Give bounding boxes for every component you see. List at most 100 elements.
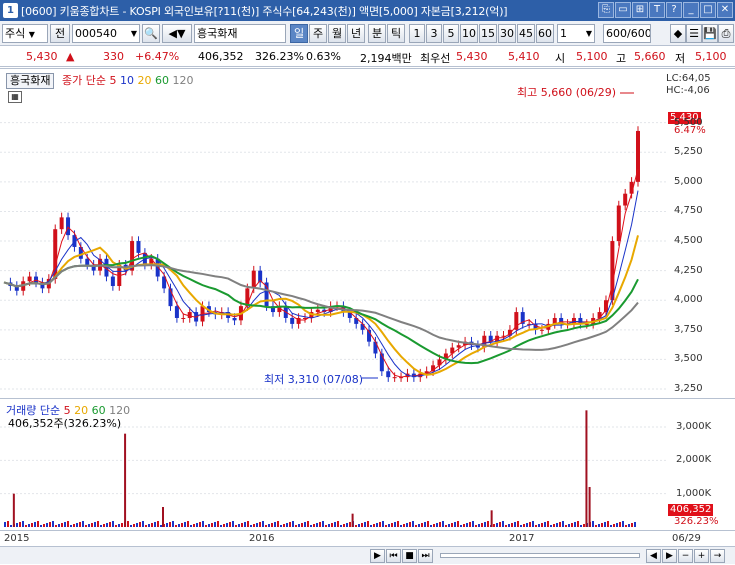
volume-bar <box>136 523 138 527</box>
volume-chart[interactable] <box>0 399 666 531</box>
last-volume-percent: 326.23% <box>674 516 719 527</box>
play-icon[interactable]: ▶ <box>370 549 385 563</box>
lc-label: LC:64,05 <box>666 73 711 84</box>
stop-icon[interactable]: ■ <box>402 549 417 563</box>
volume-bar <box>235 525 237 527</box>
interval-3-button[interactable]: 3 <box>426 24 442 43</box>
help-icon[interactable]: ? <box>666 2 682 18</box>
scroll-track[interactable] <box>440 553 640 558</box>
pattern-icon[interactable]: ◆ <box>670 24 686 43</box>
interval-30-button[interactable]: 30 <box>498 24 516 43</box>
maximize-icon[interactable]: □ <box>700 2 716 18</box>
interval-10-button[interactable]: 10 <box>460 24 478 43</box>
interval-1-button[interactable]: 1 <box>409 24 425 43</box>
candle-body <box>27 276 32 282</box>
period-year-button[interactable]: 년 <box>347 24 365 43</box>
window-number[interactable]: 1 <box>3 3 18 18</box>
volume-bar <box>79 522 81 527</box>
price-tick-label: 3,500 <box>674 353 703 365</box>
period-tick-button[interactable]: 틱 <box>387 24 405 43</box>
volume-spike <box>490 510 493 527</box>
scroll-right-icon[interactable]: ▶ <box>662 549 677 563</box>
zoom-out-icon[interactable]: − <box>678 549 693 563</box>
period-month-button[interactable]: 월 <box>328 24 346 43</box>
print-icon[interactable]: ⎙ <box>718 24 734 43</box>
volume-tick-label: 2,000K <box>676 454 712 466</box>
interval-select[interactable]: 1 ▼ <box>557 24 595 43</box>
price-chart[interactable] <box>0 69 666 399</box>
font-icon[interactable]: T <box>649 2 665 18</box>
volume-bar <box>43 524 45 527</box>
volume-bar <box>478 524 480 527</box>
volume-bar <box>472 521 474 527</box>
code-input[interactable]: 000540 ▼ <box>72 24 140 43</box>
stock-name-field[interactable]: 흥국화재 <box>194 24 286 43</box>
volume-bar <box>184 522 186 527</box>
volume-bar <box>67 521 69 527</box>
volume-bar <box>205 525 207 527</box>
volume-bar <box>415 525 417 527</box>
price-tick-label: 4,000 <box>674 294 703 306</box>
list-icon[interactable]: ☰ <box>686 24 702 43</box>
volume-bar <box>493 524 495 527</box>
volume-value: 406,352 <box>198 50 244 63</box>
volume-bar <box>145 525 147 527</box>
jeon-button[interactable]: 전 <box>50 24 70 43</box>
volume-bar <box>400 525 402 527</box>
interval-45-button[interactable]: 45 <box>517 24 535 43</box>
volume-bar <box>634 522 636 527</box>
x-label-last-date: 06/29 <box>672 533 701 544</box>
volume-bar <box>388 524 390 527</box>
volume-bar <box>247 521 249 527</box>
volume-bar <box>358 524 360 527</box>
volume-bar <box>592 521 594 527</box>
period-day-button[interactable]: 일 <box>290 24 308 43</box>
interval-5-button[interactable]: 5 <box>443 24 459 43</box>
copy-icon[interactable]: ⎘ <box>598 2 614 18</box>
low-annotation: 최저 3,310 (07/08) <box>264 373 364 386</box>
volume-spike <box>588 487 591 527</box>
volume-bar <box>319 522 321 527</box>
rewind-icon[interactable]: ⏮ <box>386 549 401 563</box>
fit-icon[interactable]: → <box>710 549 725 563</box>
volume-bar <box>346 523 348 527</box>
pin-icon[interactable]: ⊞ <box>632 2 648 18</box>
volume-bar <box>154 522 156 527</box>
volume-bar <box>73 524 75 527</box>
window-icon[interactable]: ▭ <box>615 2 631 18</box>
zoom-in-icon[interactable]: + <box>694 549 709 563</box>
volume-bar <box>526 523 528 527</box>
market-select[interactable]: 주식 ▼ <box>2 24 48 43</box>
forward-icon[interactable]: ⏭ <box>418 549 433 563</box>
current-price: 5,430 <box>26 50 58 63</box>
volume-bar <box>181 523 183 527</box>
minimize-icon[interactable]: _ <box>683 2 699 18</box>
interval-15-button[interactable]: 15 <box>479 24 497 43</box>
candle-body <box>623 193 628 206</box>
period-week-button[interactable]: 주 <box>309 24 327 43</box>
volume-bar <box>442 521 444 527</box>
volume-spike <box>162 507 164 527</box>
close-icon[interactable]: ✕ <box>717 2 733 18</box>
volume-bar <box>523 524 525 527</box>
period-minute-button[interactable]: 분 <box>368 24 386 43</box>
candle-body <box>181 317 186 319</box>
volume-bar <box>451 523 453 527</box>
interval-60-button[interactable]: 60 <box>536 24 554 43</box>
search-icon[interactable]: 🔍 <box>142 24 160 43</box>
volume-bar <box>433 524 435 527</box>
volume-bar <box>331 523 333 527</box>
save-icon[interactable]: 💾 <box>702 24 718 43</box>
volume-bar <box>385 525 387 527</box>
scroll-left-icon[interactable]: ◀ <box>646 549 661 563</box>
change-amount: 330 <box>103 50 124 63</box>
sound-icon[interactable]: ◀▼ <box>162 24 192 43</box>
candle-body <box>187 312 192 318</box>
volume-bar <box>469 522 471 527</box>
count-field[interactable]: 600/600 <box>603 24 651 43</box>
volume-bar <box>337 521 339 527</box>
volume-bar <box>133 524 135 527</box>
volume-bar <box>409 522 411 527</box>
volume-bar <box>532 521 534 527</box>
candle-body <box>456 345 461 348</box>
